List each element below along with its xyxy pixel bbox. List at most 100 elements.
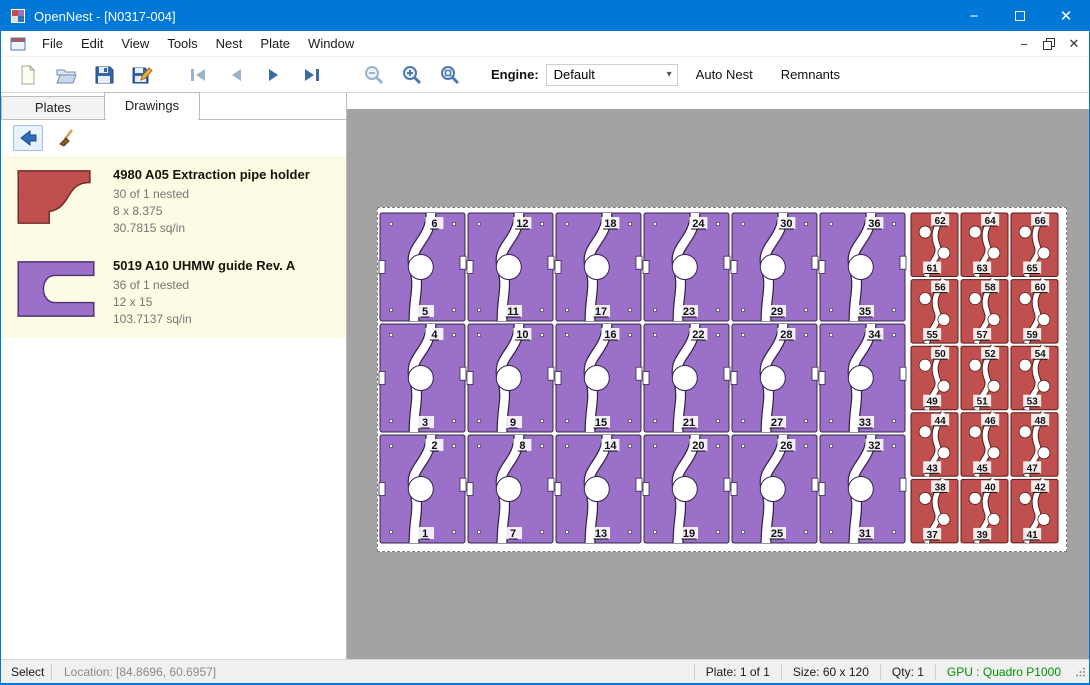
item-nested-count: 30 of 1 nested <box>113 186 310 203</box>
tab-plates[interactable]: Plates <box>1 96 105 119</box>
nest-part-pair[interactable]: 4443 <box>911 413 958 477</box>
svg-text:31: 31 <box>859 528 871 540</box>
nest-part-pair[interactable]: 21 <box>379 435 466 543</box>
import-drawing-button[interactable] <box>13 125 43 151</box>
nest-part-pair[interactable]: 2221 <box>643 324 730 432</box>
svg-text:60: 60 <box>1035 283 1047 294</box>
nav-prev-button[interactable] <box>220 60 252 90</box>
menu-nest[interactable]: Nest <box>207 32 252 55</box>
engine-label: Engine: <box>491 67 539 82</box>
mdi-minimize-button[interactable]: − <box>1013 34 1035 54</box>
nest-part-pair[interactable]: 4241 <box>1011 479 1058 543</box>
nest-part-pair[interactable]: 6059 <box>1011 280 1058 344</box>
minimize-button[interactable]: − <box>951 1 997 31</box>
list-item-extraction-pipe-holder[interactable]: 4980 A05 Extraction pipe holder 30 of 1 … <box>1 156 346 247</box>
menu-file[interactable]: File <box>33 32 72 55</box>
plate[interactable]: 6512111817242330293635431091615222128273… <box>377 207 1067 552</box>
nest-part-pair[interactable]: 2019 <box>643 435 730 543</box>
menu-view[interactable]: View <box>112 32 158 55</box>
svg-text:21: 21 <box>683 417 695 429</box>
nest-part-pair[interactable]: 4039 <box>961 479 1008 543</box>
nav-first-button[interactable] <box>182 60 214 90</box>
engine-select-value: Default <box>554 67 595 82</box>
svg-text:28: 28 <box>780 329 792 341</box>
nest-part-pair[interactable]: 6261 <box>911 213 958 277</box>
nest-part-pair[interactable]: 5857 <box>961 280 1008 344</box>
nest-part-pair[interactable]: 109 <box>467 324 554 432</box>
menu-tools[interactable]: Tools <box>158 32 206 55</box>
nest-part-pair[interactable]: 3433 <box>819 324 906 432</box>
save-button[interactable] <box>88 60 120 90</box>
nest-part-pair[interactable]: 5049 <box>911 346 958 410</box>
nest-part-pair[interactable]: 2625 <box>731 435 818 543</box>
nest-part-pair[interactable]: 1615 <box>555 324 642 432</box>
nest-part-pair[interactable]: 32 31 <box>819 435 906 543</box>
new-file-icon <box>17 64 39 86</box>
nest-part-pair[interactable]: 2423 <box>643 213 730 321</box>
nest-part-pair[interactable]: 1817 <box>555 213 642 321</box>
nest-part-pair[interactable]: 30 29 <box>731 213 818 321</box>
menu-plate[interactable]: Plate <box>251 32 299 55</box>
svg-text:33: 33 <box>859 417 871 429</box>
nest-part-pair[interactable]: 6665 <box>1011 213 1058 277</box>
item-title: 4980 A05 Extraction pipe holder <box>113 167 310 182</box>
save-as-button[interactable] <box>126 60 158 90</box>
nest-part-pair[interactable]: 4645 <box>961 413 1008 477</box>
svg-text:50: 50 <box>935 349 947 360</box>
status-plate: Plate: 1 of 1 <box>695 665 781 679</box>
nest-part-pair[interactable]: 87 <box>467 435 554 543</box>
zoom-out-button[interactable] <box>358 60 390 90</box>
nest-part-pair[interactable]: 2827 <box>731 324 818 432</box>
nav-next-button[interactable] <box>258 60 290 90</box>
canvas-background[interactable]: 6512111817242330293635431091615222128273… <box>347 109 1089 659</box>
nest-part-pair[interactable]: 5453 <box>1011 346 1058 410</box>
zoom-fit-button[interactable] <box>434 60 466 90</box>
svg-text:29: 29 <box>771 306 783 318</box>
nest-part-pair[interactable]: 43 <box>379 324 466 432</box>
svg-text:36: 36 <box>868 218 880 230</box>
nest-part-pair[interactable]: 65 <box>379 213 466 321</box>
nest-part-pair[interactable]: 6463 <box>961 213 1008 277</box>
mdi-close-button[interactable]: ✕ <box>1063 34 1085 54</box>
open-button[interactable] <box>50 60 82 90</box>
nest-part-pair[interactable]: 3635 <box>819 213 906 321</box>
nest-part-pair[interactable]: 5655 <box>911 280 958 344</box>
clean-button[interactable] <box>53 125 83 151</box>
svg-text:54: 54 <box>1035 349 1047 360</box>
nest-part-pair[interactable]: 3837 <box>911 479 958 543</box>
nest-part-pair[interactable]: 1413 <box>555 435 642 543</box>
list-item-uhmw-guide[interactable]: 5019 A10 UHMW guide Rev. A 36 of 1 neste… <box>1 247 346 338</box>
zoom-fit-icon <box>439 64 461 86</box>
new-button[interactable] <box>12 60 44 90</box>
nest-part-pair[interactable]: 4847 <box>1011 413 1058 477</box>
open-folder-icon <box>55 64 77 86</box>
thumb-shape <box>18 171 90 223</box>
svg-text:58: 58 <box>985 283 997 294</box>
resize-grip[interactable] <box>1074 666 1086 678</box>
nav-last-button[interactable] <box>296 60 328 90</box>
menu-edit[interactable]: Edit <box>72 32 112 55</box>
svg-text:30: 30 <box>780 218 792 230</box>
tab-drawings[interactable]: Drawings <box>104 92 200 119</box>
svg-text:44: 44 <box>935 416 947 427</box>
remnants-button[interactable]: Remnants <box>771 61 850 88</box>
item-area: 30.7815 sq/in <box>113 220 310 237</box>
svg-text:37: 37 <box>927 530 939 541</box>
close-button[interactable]: ✕ <box>1043 1 1089 31</box>
mdi-restore-button[interactable] <box>1038 34 1060 54</box>
svg-text:18: 18 <box>604 218 616 230</box>
menu-window[interactable]: Window <box>299 32 363 55</box>
svg-text:32: 32 <box>868 440 880 452</box>
nest-part-pair[interactable]: 5251 <box>961 346 1008 410</box>
auto-nest-button[interactable]: Auto Nest <box>686 61 763 88</box>
maximize-button[interactable] <box>997 1 1043 31</box>
nest-part-pair[interactable]: 1211 <box>467 213 554 321</box>
zoom-in-button[interactable] <box>396 60 428 90</box>
plate-svg[interactable]: 6512111817242330293635431091615222128273… <box>378 208 1066 551</box>
svg-text:48: 48 <box>1035 416 1047 427</box>
svg-text:7: 7 <box>510 528 516 540</box>
nest-canvas[interactable]: 6512111817242330293635431091615222128273… <box>347 93 1089 659</box>
engine-select[interactable]: Default ▾ <box>546 64 678 86</box>
svg-text:55: 55 <box>927 330 939 341</box>
part-thumbnail-red <box>13 165 99 231</box>
